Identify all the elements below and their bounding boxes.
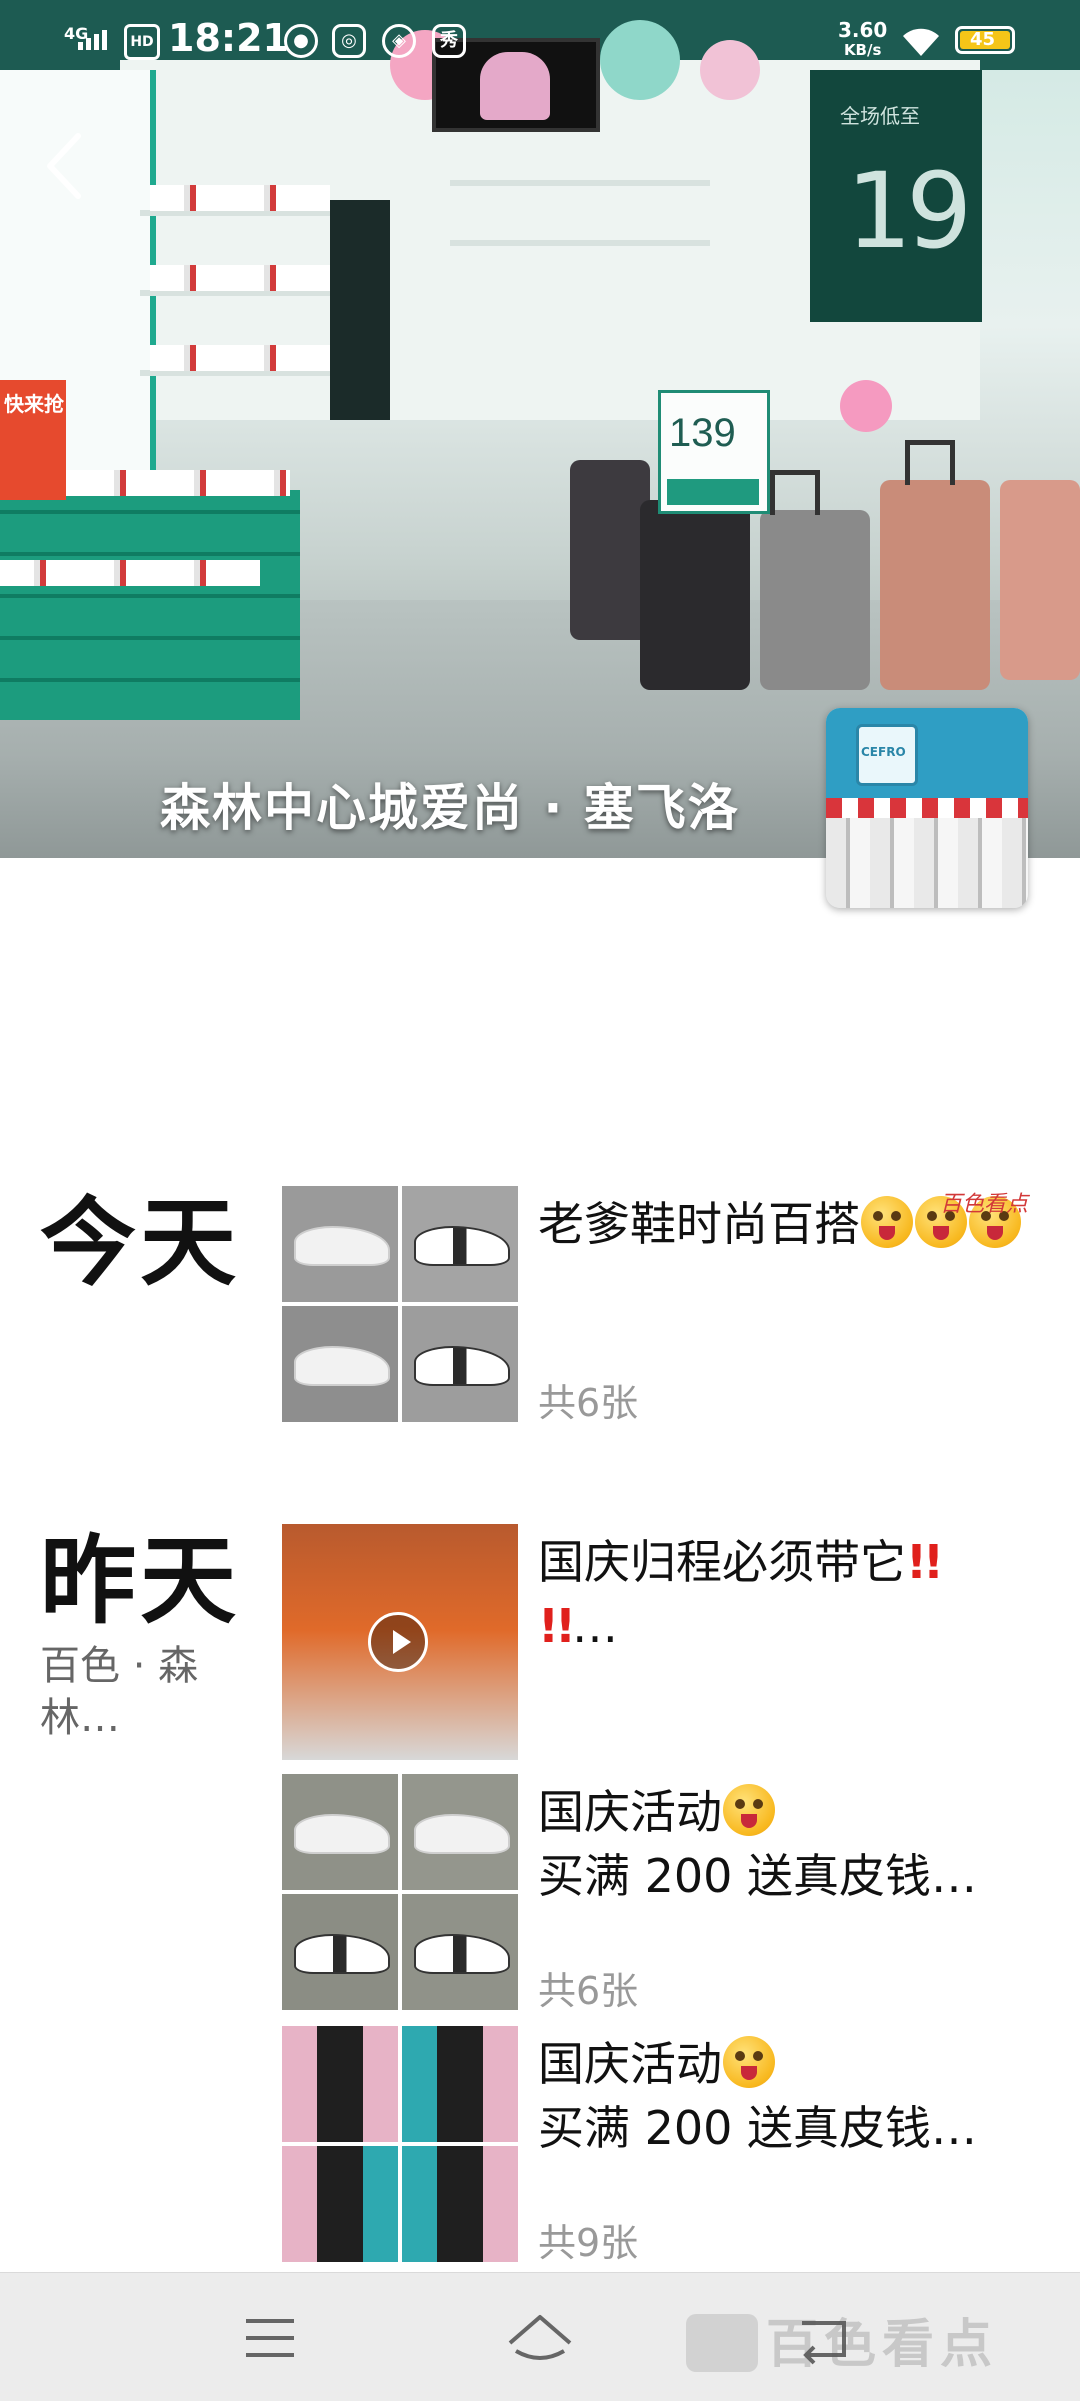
photo-thumb[interactable] — [282, 1186, 398, 1302]
suitcase — [640, 500, 750, 690]
xiu-app-icon: 秀 — [432, 24, 466, 58]
photo-thumb[interactable] — [402, 1306, 518, 1422]
photo-count: 共6张 — [538, 1969, 639, 2013]
shelf-line — [450, 240, 710, 246]
suitcase — [570, 460, 650, 640]
suitcase — [760, 510, 870, 690]
star-eyes-emoji — [861, 1196, 913, 1248]
watermark-corner: 百色看点 — [940, 1192, 1029, 1217]
photo-thumb[interactable] — [282, 1774, 398, 1890]
photo-thumb[interactable] — [402, 2026, 518, 2142]
wechat-icon: ● — [284, 24, 318, 58]
shoe-row — [150, 265, 330, 291]
post-line2: 买满 200 送真皮钱… — [538, 2101, 978, 2155]
moment-post[interactable]: 国庆活动 买满 200 送真皮钱… 共9张 — [282, 2026, 1062, 2265]
price-tag: 139 — [658, 390, 770, 514]
shelf-line — [450, 180, 710, 186]
day-label-today: 今天 — [40, 1187, 240, 1299]
moment-post[interactable]: 老爹鞋时尚百搭 共6张 — [282, 1186, 1062, 1425]
hd-icon: HD — [124, 24, 160, 60]
clock: 18:21 — [168, 16, 289, 60]
camera-app-icon: ◎ — [332, 24, 366, 58]
star-eyes-emoji — [723, 2036, 775, 2088]
shoe-row — [0, 560, 260, 586]
shoe-boxes — [0, 490, 300, 720]
post-line1: 国庆活动 — [538, 2037, 722, 2091]
day-label-yesterday: 昨天 — [40, 1525, 240, 1637]
moment-post[interactable]: 国庆归程必须带它!! !!… — [282, 1524, 1062, 1760]
moment-post[interactable]: 国庆活动 买满 200 送真皮钱… 共6张 — [282, 1774, 1062, 2013]
doorway — [330, 200, 390, 420]
network-type: 4G — [64, 24, 89, 43]
suitcase-handle — [770, 470, 820, 515]
photo-thumb[interactable] — [282, 2026, 398, 2142]
home-button[interactable] — [500, 2303, 580, 2373]
post-title: 老爹鞋时尚百搭 — [538, 1197, 860, 1251]
wifi-icon — [903, 28, 939, 56]
shoe-row — [150, 345, 330, 371]
star-eyes-emoji — [723, 1784, 775, 1836]
menu-button[interactable] — [230, 2303, 310, 2373]
status-bar: 4G HD 18:21 ● ◎ ◈ 秀 3.60 KB/s 45 — [0, 0, 1080, 80]
photo-grid[interactable] — [282, 1186, 518, 1422]
suitcase-handle — [905, 440, 955, 485]
shopping-bag-logo: CEFRO — [856, 724, 918, 786]
post-line1: 国庆活动 — [538, 1785, 722, 1839]
browser-icon: ◈ — [382, 24, 416, 58]
back-button[interactable] — [36, 126, 96, 206]
photo-count: 共9张 — [538, 2221, 639, 2265]
photo-thumb[interactable] — [402, 2146, 518, 2262]
play-icon[interactable] — [368, 1612, 428, 1672]
battery-icon: 45 — [955, 26, 1015, 54]
photo-grid[interactable] — [282, 2026, 518, 2262]
photo-thumb[interactable] — [402, 1186, 518, 1302]
watermark-bottom: 百色看点 — [686, 2302, 998, 2377]
double-exclamation-icon: !! — [906, 1535, 944, 1589]
post-text: 国庆活动 买满 200 送真皮钱… — [538, 2032, 1058, 2160]
video-thumb[interactable] — [282, 1524, 518, 1760]
photo-thumb[interactable] — [282, 2146, 398, 2262]
watermark-logo-icon — [686, 2314, 758, 2372]
post-location: 百色 · 森林… — [40, 1643, 199, 1741]
post-text: 国庆归程必须带它!! !!… — [538, 1530, 1058, 1658]
network-speed: 3.60 KB/s — [838, 18, 888, 59]
post-title: 国庆归程必须带它 — [538, 1535, 906, 1589]
sale-sign: 快来抢 — [0, 380, 66, 500]
photo-count: 共6张 — [538, 1381, 639, 1425]
balloon — [840, 380, 892, 432]
suitcase — [1000, 480, 1080, 680]
post-line2: 买满 200 送真皮钱… — [538, 1849, 978, 1903]
photo-thumb[interactable] — [402, 1894, 518, 2010]
photo-thumb[interactable] — [282, 1306, 398, 1422]
photo-grid[interactable] — [282, 1774, 518, 2010]
double-exclamation-icon: !! — [538, 1599, 576, 1653]
shoe-row — [150, 185, 330, 211]
suitcase — [880, 480, 990, 690]
photo-thumb[interactable] — [402, 1774, 518, 1890]
post-text: 国庆活动 买满 200 送真皮钱… — [538, 1780, 1058, 1908]
store-name: 森林中心城爱尚 · 塞飞洛 — [160, 779, 740, 837]
photo-thumb[interactable] — [282, 1894, 398, 2010]
avatar[interactable]: CEFRO — [826, 708, 1028, 908]
post-ellipsis: … — [571, 1599, 618, 1653]
promo-banner: 全场低至 19 — [810, 70, 982, 322]
